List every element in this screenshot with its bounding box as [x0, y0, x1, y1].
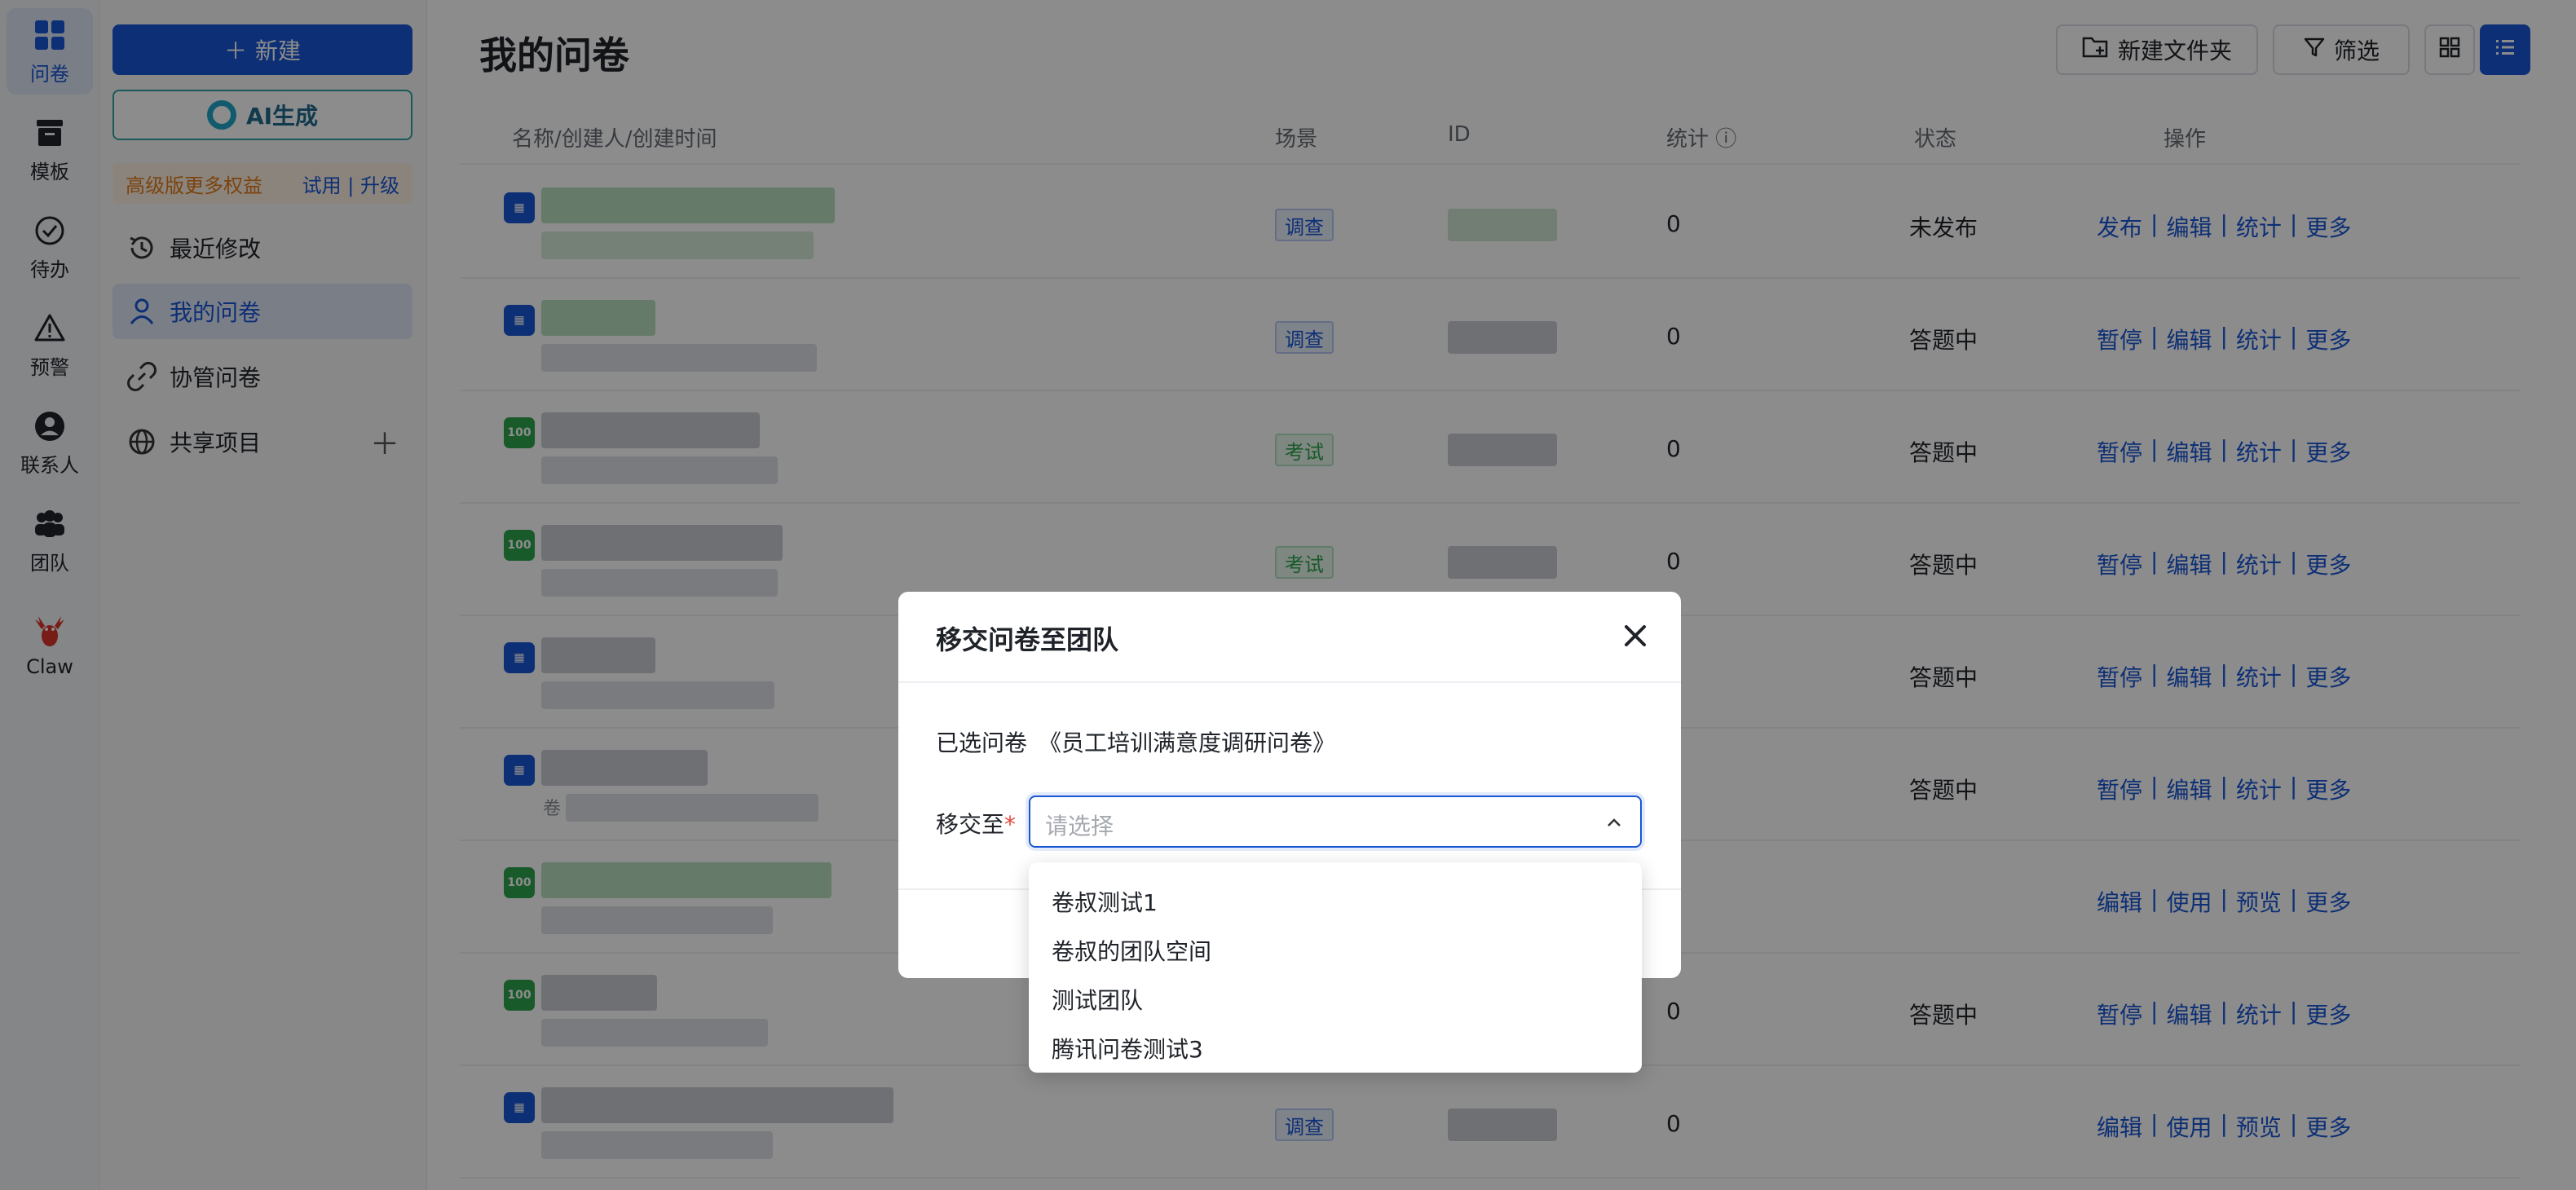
team-option[interactable]: 测试团队 [1029, 975, 1642, 1024]
team-option[interactable]: 腾讯问卷测试3 [1029, 1024, 1642, 1073]
select-placeholder: 请选择 [1045, 813, 1114, 840]
team-select[interactable]: 请选择 [1029, 796, 1642, 848]
close-icon[interactable] [1619, 619, 1652, 652]
team-option[interactable]: 卷叔的团队空间 [1029, 926, 1642, 975]
selected-survey: 已选问卷 《员工培训满意度调研问卷》 [936, 725, 1335, 758]
required-mark: * [1004, 811, 1017, 838]
selected-label: 已选问卷 [936, 729, 1028, 756]
team-dropdown: 卷叔测试1 卷叔的团队空间 测试团队 腾讯问卷测试3 [1029, 862, 1642, 1073]
selected-survey-name: 《员工培训满意度调研问卷》 [1039, 729, 1336, 756]
team-option[interactable]: 卷叔测试1 [1029, 877, 1642, 926]
modal-title: 移交问卷至团队 [936, 624, 1119, 655]
move-to-label: 移交至* [936, 811, 1017, 838]
modal-divider [898, 681, 1681, 683]
chevron-up-icon [1604, 813, 1624, 833]
